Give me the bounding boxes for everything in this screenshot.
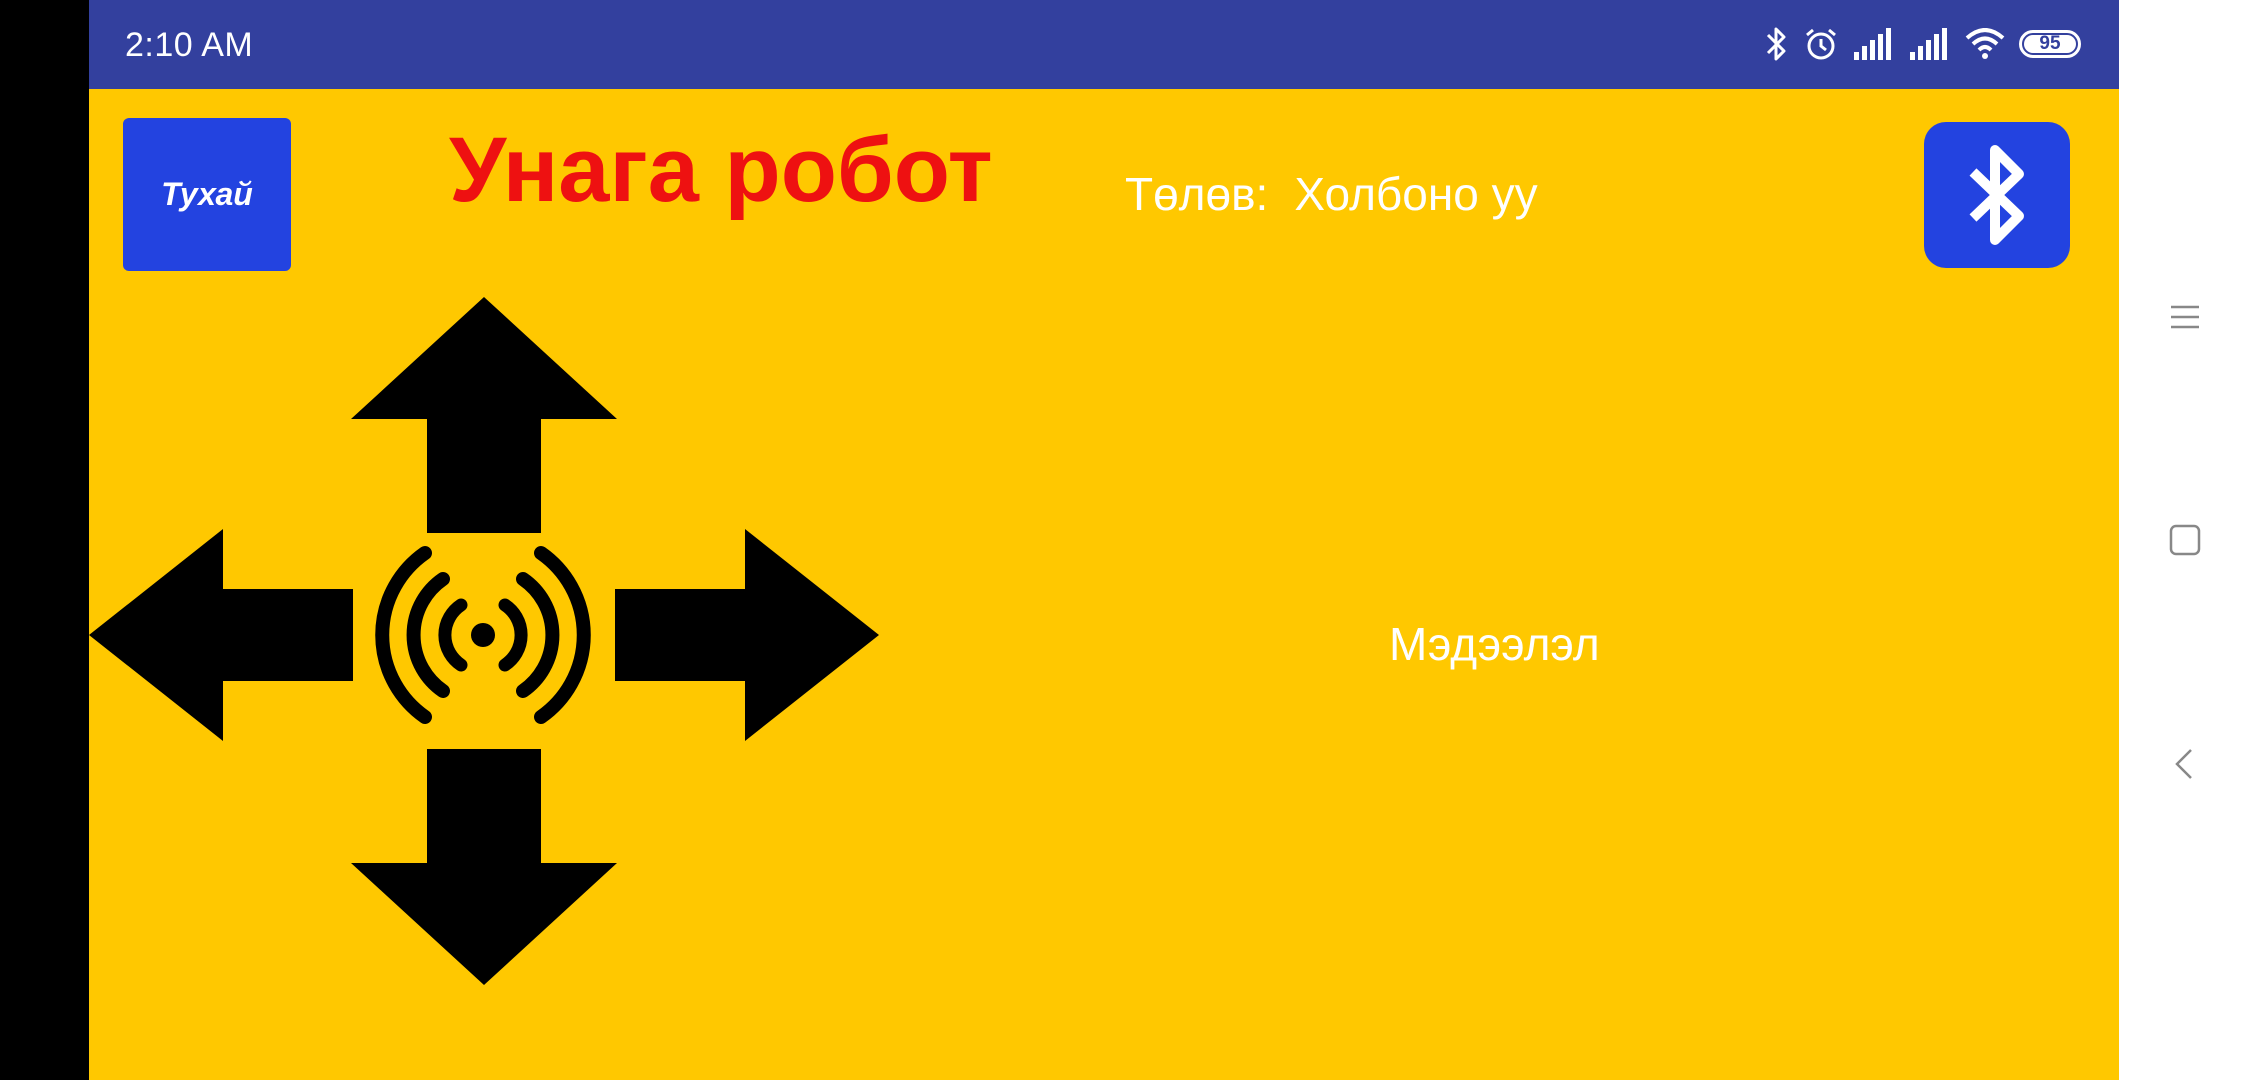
signal-icon [1909, 28, 1951, 60]
system-nav-bar [2119, 0, 2248, 1080]
arrow-up-icon [351, 297, 617, 533]
status-bar: 2:10 AM 95 [89, 0, 2119, 89]
arrow-right-button[interactable] [615, 529, 879, 741]
direction-pad [89, 297, 879, 987]
info-label: Мэдээлэл [1389, 618, 1600, 670]
app-title: Унага робот [449, 119, 993, 221]
arrow-right-icon [615, 529, 879, 741]
center-signal [351, 529, 615, 741]
app-screen: Тухай Унага робот Төлөв: Холбоно уу Мэдэ… [89, 89, 2119, 1080]
arrow-up-button[interactable] [351, 297, 617, 533]
wifi-icon [1965, 28, 2005, 60]
back-icon [2175, 749, 2192, 779]
connection-status: Төлөв: Холбоно уу [1125, 167, 1538, 221]
arrow-left-icon [89, 529, 353, 741]
about-button[interactable]: Тухай [123, 118, 291, 271]
arrow-left-button[interactable] [89, 529, 353, 741]
bluetooth-button[interactable] [1924, 122, 2070, 268]
signal-icon [1853, 28, 1895, 60]
status-time: 2:10 AM [125, 26, 254, 64]
home-button[interactable] [2165, 520, 2205, 560]
alarm-icon [1803, 26, 1839, 62]
signal-waves-icon [375, 546, 591, 724]
bluetooth-icon [1969, 145, 2024, 245]
menu-button[interactable] [2165, 297, 2205, 337]
screen-cutout [0, 0, 89, 1080]
arrow-down-icon [351, 749, 617, 985]
status-icons: 95 [1765, 24, 2081, 64]
battery-level: 95 [2024, 34, 2076, 53]
status-value: Холбоно уу [1294, 168, 1538, 220]
bluetooth-icon [1765, 26, 1789, 62]
back-button[interactable] [2165, 744, 2205, 784]
menu-icon [2171, 305, 2199, 329]
arrow-down-button[interactable] [351, 749, 617, 985]
home-icon [2169, 524, 2201, 556]
battery-icon: 95 [2019, 30, 2081, 58]
status-label: Төлөв: [1125, 168, 1269, 220]
